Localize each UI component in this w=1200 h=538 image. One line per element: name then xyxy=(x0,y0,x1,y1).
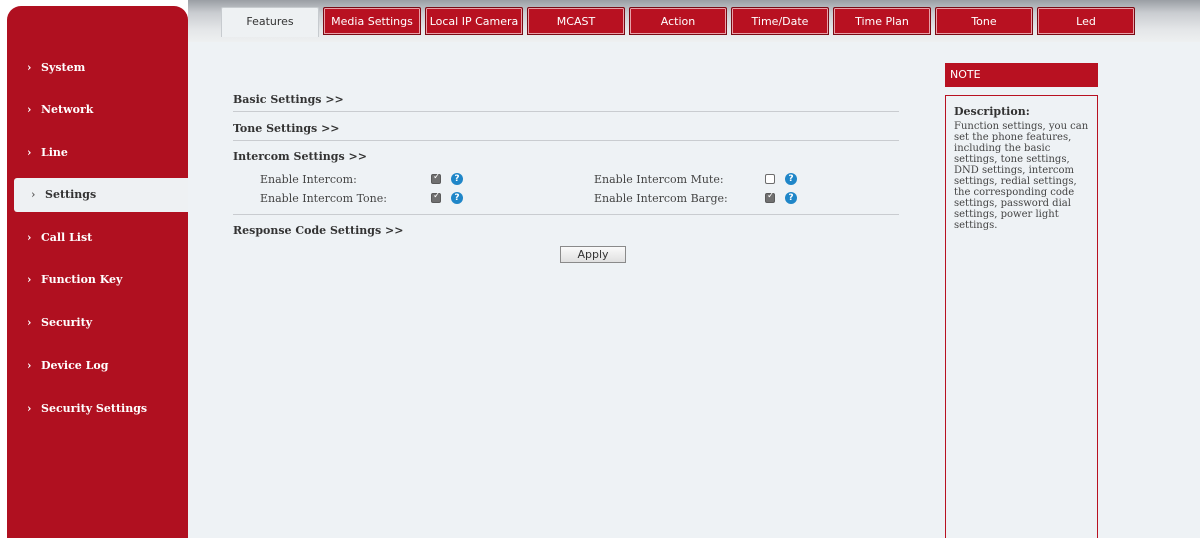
main-content: Basic Settings >> Tone Settings >> Inter… xyxy=(188,42,1200,538)
sidebar-item-label: Line xyxy=(41,146,68,159)
tab-action[interactable]: Action xyxy=(629,7,727,35)
enable-intercom-barge-label: Enable Intercom Barge: xyxy=(594,192,728,205)
tab-tone[interactable]: Tone xyxy=(935,7,1033,35)
tab-mcast[interactable]: MCAST xyxy=(527,7,625,35)
chevron-right-icon: › xyxy=(27,316,32,329)
sidebar-item-line[interactable]: › Line xyxy=(7,136,188,170)
chevron-right-icon: › xyxy=(27,359,32,372)
sidebar-item-label: Security Settings xyxy=(41,402,148,415)
enable-intercom-barge-checkbox[interactable] xyxy=(765,191,775,203)
sidebar: › System › Network › Line › Settings › Call L… xyxy=(7,6,188,538)
sidebar-item-label: System xyxy=(41,61,86,74)
help-icon[interactable]: ? xyxy=(451,192,463,204)
sidebar-item-system[interactable]: › System xyxy=(7,51,188,85)
enable-intercom-mute-label: Enable Intercom Mute: xyxy=(594,173,724,186)
section-response-code-settings[interactable]: Response Code Settings >> xyxy=(233,224,403,237)
enable-intercom-tone-checkbox[interactable] xyxy=(431,191,441,203)
enable-intercom-mute-checkbox[interactable] xyxy=(765,174,775,184)
note-panel: Description: Function settings, you can … xyxy=(945,95,1098,538)
sidebar-item-label: Device Log xyxy=(41,359,109,372)
help-icon[interactable]: ? xyxy=(451,173,463,185)
note-title: Description: xyxy=(954,105,1030,118)
sidebar-item-network[interactable]: › Network xyxy=(7,93,188,127)
chevron-right-icon: › xyxy=(27,103,32,116)
tab-features[interactable]: Features xyxy=(221,7,319,37)
help-icon[interactable]: ? xyxy=(785,192,797,204)
sidebar-item-security-settings[interactable]: › Security Settings xyxy=(7,392,188,426)
tab-led[interactable]: Led xyxy=(1037,7,1135,35)
sidebar-item-label: Function Key xyxy=(41,273,123,286)
section-basic-settings[interactable]: Basic Settings >> xyxy=(233,93,344,106)
chevron-right-icon: › xyxy=(27,231,32,244)
chevron-right-icon: › xyxy=(27,61,32,74)
tab-local-ip-camera[interactable]: Local IP Camera xyxy=(425,7,523,35)
tab-time-plan[interactable]: Time Plan xyxy=(833,7,931,35)
section-intercom-settings[interactable]: Intercom Settings >> xyxy=(233,150,367,163)
enable-intercom-checkbox[interactable] xyxy=(431,172,441,184)
chevron-right-icon: › xyxy=(27,146,32,159)
sidebar-item-label: Network xyxy=(41,103,94,116)
divider xyxy=(233,140,899,141)
sidebar-item-settings[interactable]: › Settings xyxy=(14,178,188,212)
chevron-right-icon: › xyxy=(31,188,36,201)
section-tone-settings[interactable]: Tone Settings >> xyxy=(233,122,340,135)
divider xyxy=(233,111,899,112)
sidebar-item-device-log[interactable]: › Device Log xyxy=(7,349,188,383)
enable-intercom-tone-label: Enable Intercom Tone: xyxy=(260,192,387,205)
help-icon[interactable]: ? xyxy=(785,173,797,185)
tab-media-settings[interactable]: Media Settings xyxy=(323,7,421,35)
sidebar-item-label: Security xyxy=(41,316,93,329)
left-gutter xyxy=(0,0,7,538)
divider xyxy=(233,214,899,215)
sidebar-item-function-key[interactable]: › Function Key xyxy=(7,263,188,297)
enable-intercom-label: Enable Intercom: xyxy=(260,173,357,186)
sidebar-item-label: Call List xyxy=(41,231,93,244)
sidebar-item-call-list[interactable]: › Call List xyxy=(7,221,188,255)
chevron-right-icon: › xyxy=(27,402,32,415)
apply-button[interactable]: Apply xyxy=(560,246,626,263)
sidebar-item-security[interactable]: › Security xyxy=(7,306,188,340)
chevron-right-icon: › xyxy=(27,273,32,286)
note-description: Function settings, you can set the phone… xyxy=(954,121,1089,231)
note-header: NOTE xyxy=(945,63,1098,87)
tab-time-date[interactable]: Time/Date xyxy=(731,7,829,35)
sidebar-item-label: Settings xyxy=(45,188,97,201)
